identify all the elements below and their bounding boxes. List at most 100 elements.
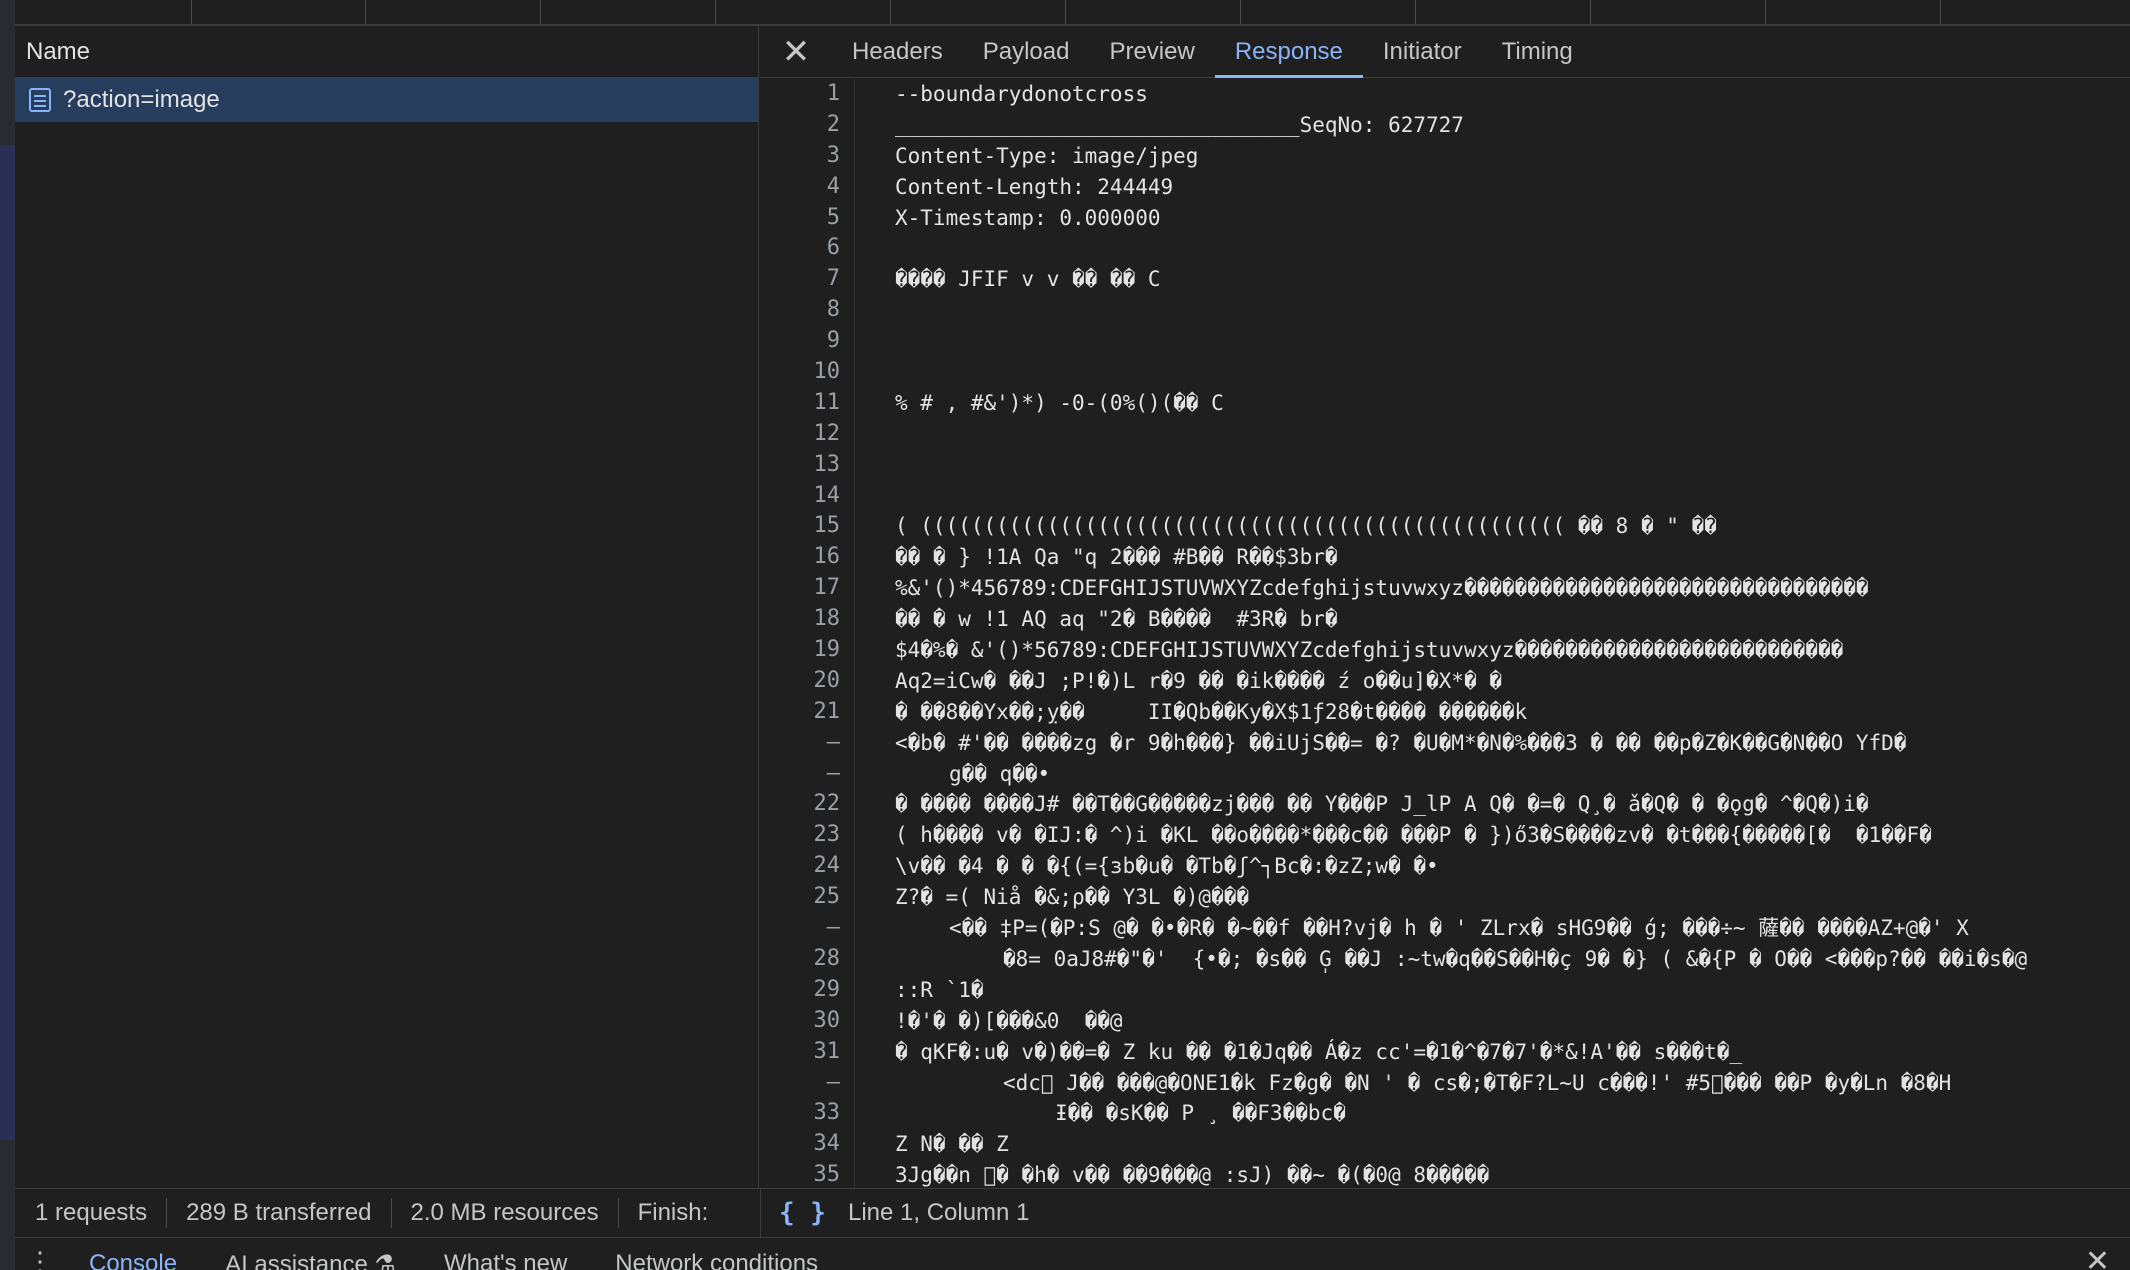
line-number: 7: [826, 266, 840, 292]
line-number: 13: [813, 451, 841, 477]
response-line: [895, 326, 2130, 357]
response-line: \v�� �4 � � �{(={ɜb�u� �Tb�ʃ^┐Bc�:�zZ;w�…: [895, 854, 1439, 879]
response-line: Z N� �� Z: [895, 1132, 1009, 1157]
pretty-print-icon[interactable]: { }: [779, 1198, 826, 1228]
ruler-tick: [1240, 0, 1241, 24]
line-number: 28: [813, 945, 841, 971]
response-line: ( h���� v� �IJ:� ^)i �KL ��o����*���c�� …: [895, 823, 1932, 848]
cursor-position: Line 1, Column 1: [847, 1199, 1030, 1226]
response-line: X-Timestamp: 0.000000: [895, 205, 1161, 230]
response-line: Content-Type: image/jpeg: [895, 143, 1199, 168]
line-number: 21: [813, 698, 841, 724]
drawer-tabs: ⋮ Console AI assistance ⚗ What's new Net…: [15, 1238, 2130, 1270]
tab-headers[interactable]: Headers: [832, 26, 963, 77]
response-line: $4�%� &'()*56789:CDEFGHIJSTUVWXYZcdefghi…: [895, 638, 1844, 663]
response-line: Aq2=iCw� ��J ;P!�)L r�9 �� �ik���� ź o��…: [895, 668, 1502, 693]
line-number: –: [826, 729, 840, 755]
request-row[interactable]: ?action=image: [15, 78, 758, 122]
line-number-gutter: 1 2 3 4 5 6 7 8 9 10 11 12 13 14 15 16 17 18 19 20 21– –22 23 2…: [760, 79, 855, 1187]
tab-payload[interactable]: Payload: [963, 26, 1090, 77]
line-number: 29: [813, 976, 841, 1002]
ruler-tick: [191, 0, 192, 24]
response-line: g�� q��•: [949, 761, 1051, 786]
tab-initiator[interactable]: Initiator: [1363, 26, 1482, 77]
line-number: 10: [813, 359, 841, 385]
close-detail-button[interactable]: ✕: [760, 26, 832, 77]
request-list: Name ?action=image: [15, 26, 759, 1188]
line-number: 14: [813, 482, 841, 508]
line-number: 33: [813, 1100, 841, 1126]
response-line: � ���� ����J# ��T��G�����zj��� �� Y���P …: [895, 792, 1869, 817]
line-number: 8: [826, 297, 840, 323]
line-number: 5: [826, 204, 840, 230]
response-line: % # , #&')*) -0-(0%()(�� C: [895, 390, 1224, 415]
line-number: 1: [826, 81, 840, 106]
tab-whats-new[interactable]: What's new: [420, 1238, 591, 1270]
response-line: � qKF�:u� v�)��=� Z ku �� �1�Jq�� Á�z cc…: [895, 1039, 1743, 1064]
line-number: 19: [813, 637, 841, 663]
ruler-tick: [1590, 0, 1591, 24]
response-line: Ɨ�� �sK�� P ¸ ��F3��bc�: [1055, 1101, 1346, 1126]
response-line: !�'� �)[���&0 ��@: [895, 1008, 1123, 1033]
response-line: [895, 295, 2130, 326]
ruler-tick: [365, 0, 366, 24]
resources-size: 2.0 MB resources: [392, 1198, 619, 1228]
response-line: [895, 419, 2130, 450]
close-icon: ✕: [781, 32, 811, 71]
line-number: 16: [813, 544, 841, 570]
more-options-icon[interactable]: ⋮: [15, 1238, 65, 1270]
response-line: [895, 481, 2130, 512]
request-name: ?action=image: [63, 86, 220, 113]
document-icon: [29, 88, 51, 112]
timeline-ruler[interactable]: [15, 0, 2130, 26]
tab-network-conditions[interactable]: Network conditions: [591, 1238, 842, 1270]
response-viewer[interactable]: 1 2 3 4 5 6 7 8 9 10 11 12 13 14 15 16 17 18 19 20 21– –22 23 2…: [760, 79, 2130, 1187]
line-number: 31: [813, 1038, 841, 1064]
ruler-tick: [1065, 0, 1066, 24]
response-line: ( ((((((((((((((((((((((((((((((((((((((…: [895, 514, 1717, 539]
line-number: –: [826, 760, 840, 786]
response-line: Content-Length: 244449: [895, 174, 1174, 199]
line-number: 3: [826, 142, 840, 168]
ruler-tick: [1940, 0, 1941, 24]
transferred-size: 289 B transferred: [167, 1198, 392, 1228]
response-line: <�b� #'�� ����zg �r 9�h���} ��iUjS��= �?…: [895, 730, 1907, 755]
line-number: 30: [813, 1007, 841, 1033]
line-number: 17: [813, 575, 841, 601]
response-line: --boundarydonotcross: [895, 82, 1148, 106]
status-bar: 1 requests 289 B transferred 2.0 MB reso…: [15, 1188, 2130, 1238]
ruler-tick: [1415, 0, 1416, 24]
line-number: 4: [826, 173, 840, 199]
name-column-header[interactable]: Name: [15, 26, 758, 78]
tab-timing[interactable]: Timing: [1482, 26, 1593, 77]
tab-console[interactable]: Console: [65, 1238, 201, 1270]
line-number: 2: [826, 111, 840, 137]
close-drawer-icon[interactable]: ✕: [2085, 1244, 2110, 1270]
line-number: –: [826, 915, 840, 941]
response-line: � ��8��Yx��;ỵ�� II�Qb��Ky�X$1ƒ28�t���� �…: [895, 699, 1528, 724]
response-line: %&'()*456789:CDEFGHIJSTUVWXYZcdefghijstu…: [895, 576, 1869, 601]
ruler-tick: [890, 0, 891, 24]
response-line: 3Jg��n ⃞� �h� v�� ��9���@ :sJ) ��~ �(�0@…: [895, 1163, 1490, 1187]
tab-response[interactable]: Response: [1214, 26, 1363, 78]
response-line: [895, 357, 2130, 388]
response-line: [895, 450, 2130, 481]
line-number: 12: [813, 420, 841, 446]
line-number: 25: [813, 884, 841, 910]
finish-time: Finish:: [637, 1199, 709, 1226]
response-line: <�� ‡P=(�P:S @� �•�R� �~��f ��H?vj� h � …: [949, 916, 1969, 941]
response-status: { } Line 1, Column 1: [760, 1189, 1029, 1237]
line-number: 24: [813, 853, 841, 879]
line-number: 23: [813, 822, 841, 848]
ruler-tick: [1765, 0, 1766, 24]
line-number: 34: [813, 1131, 841, 1157]
response-line: �8= 0aJ8#�"�' {•�; �s�� ̩G ��J :~tw�q��S…: [1003, 946, 2028, 971]
window-edge: [0, 0, 15, 1270]
name-column-label: Name: [26, 37, 91, 65]
response-line: �� � } !1A Qa "q 2��� #B�� R��$3br�: [895, 545, 1338, 570]
line-number: 35: [813, 1162, 841, 1187]
response-line: ���� JFIF v v �� �� C: [895, 267, 1161, 292]
tab-ai-assistance[interactable]: AI assistance ⚗: [201, 1238, 420, 1270]
response-lines: --boundarydonotcross ____________________…: [895, 79, 2130, 1187]
tab-preview[interactable]: Preview: [1089, 26, 1214, 77]
